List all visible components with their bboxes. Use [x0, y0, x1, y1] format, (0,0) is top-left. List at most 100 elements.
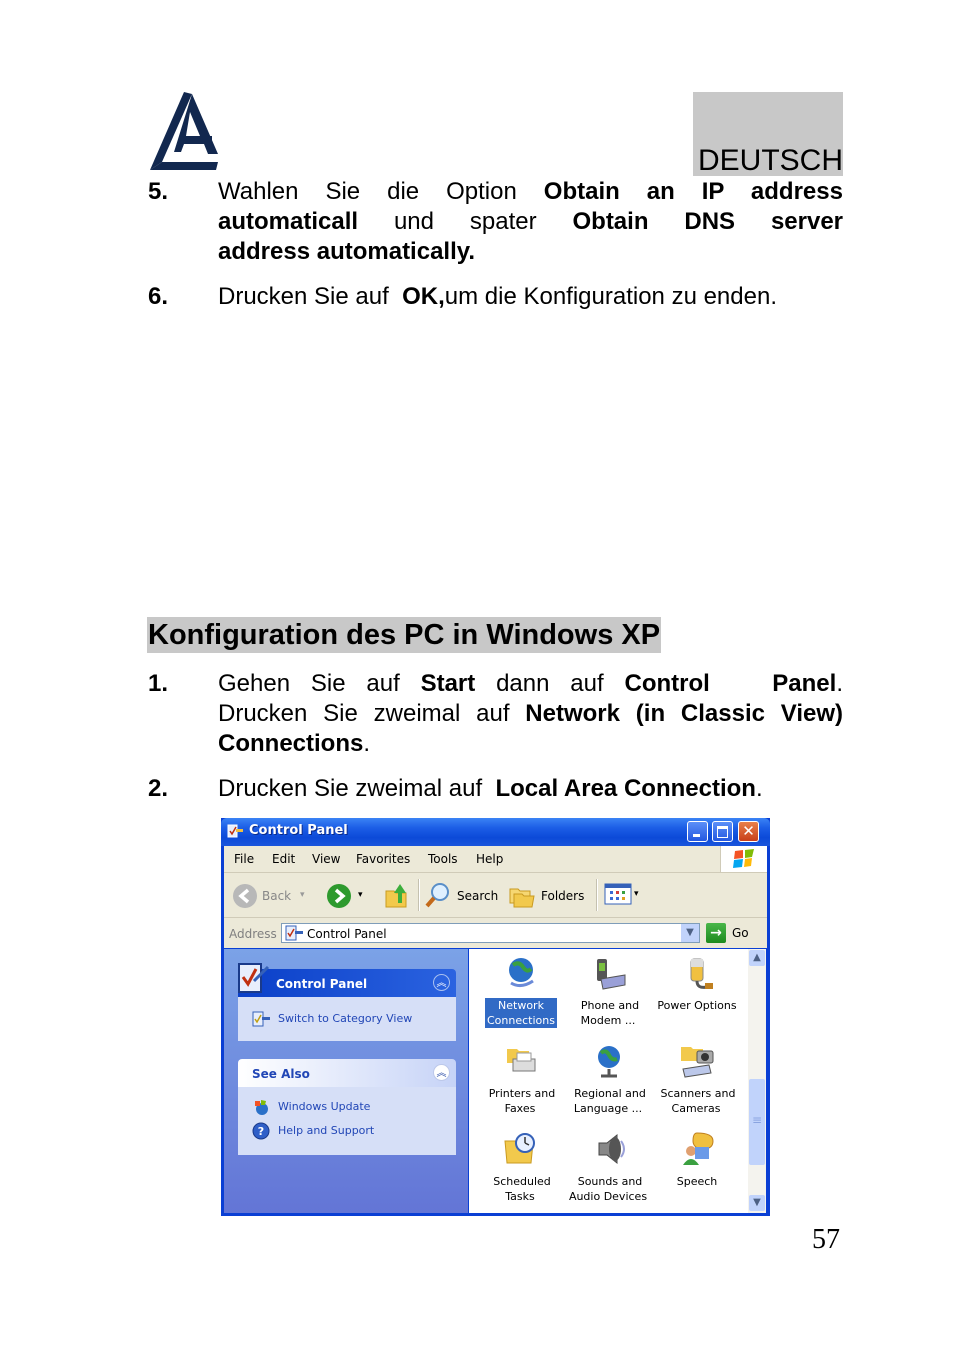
menu-tools[interactable]: Tools — [428, 852, 458, 866]
back-label: Back — [262, 889, 292, 903]
forward-arrow-icon — [327, 884, 351, 908]
switch-to-category-view-link[interactable]: Switch to Category View — [278, 1012, 412, 1026]
menu-view[interactable]: View — [312, 852, 340, 866]
views-icon — [604, 883, 632, 905]
bold-text: address automatically. — [218, 238, 475, 265]
windows-flag-icon — [733, 849, 754, 868]
item-label-text: Regional and Language ... — [573, 1087, 646, 1115]
address-input[interactable]: Control Panel ▼ — [281, 923, 700, 943]
search-label: Search — [457, 889, 499, 903]
language-banner: DEUTSCH — [693, 92, 843, 176]
text-line: address automatically. — [218, 237, 843, 267]
close-button[interactable]: ✕ — [738, 821, 759, 842]
menu-file[interactable]: File — [234, 852, 254, 866]
network-connections-icon — [509, 958, 534, 988]
svg-text:?: ? — [258, 1125, 264, 1138]
control-panel-task-box: Control Panel ︽ Switch to Category View — [238, 963, 456, 1041]
item-label-text: Phone and Modem ... — [580, 999, 640, 1027]
scroll-thumb[interactable] — [749, 1079, 765, 1165]
item-label: Network Connections — [477, 998, 565, 1028]
item-label: Speech — [653, 1174, 741, 1189]
see-also-task-box: See Also ︽ Windows Update ? Help and Sup… — [238, 1059, 456, 1155]
text-run: Gehen Sie auf — [218, 670, 421, 697]
windows-update-link[interactable]: Windows Update — [278, 1100, 370, 1114]
forward-dropdown-icon[interactable]: ▾ — [358, 888, 363, 902]
item-label-text: Sounds and Audio Devices — [568, 1175, 648, 1203]
control-panel-item[interactable]: Network Connections — [477, 951, 565, 1037]
views-button[interactable]: ▾ — [604, 883, 648, 909]
control-panel-item[interactable]: Power Options — [653, 951, 741, 1037]
toolbar: Back ▾ ▾ Search Folders ▾ — [224, 873, 767, 918]
regional-language-icon — [598, 1046, 620, 1078]
bold-text: Obtain an IP address — [543, 178, 843, 205]
control-panel-task-header[interactable]: Control Panel ︽ — [238, 963, 456, 997]
text-line: Drucken Sie zweimal auf Local Area Conne… — [218, 774, 843, 804]
go-button[interactable]: → Go — [706, 923, 764, 943]
back-dropdown-icon[interactable]: ▾ — [300, 888, 305, 902]
collapse-icon[interactable]: ︽ — [433, 974, 450, 991]
step-text: Gehen Sie auf Start dann auf Control Pan… — [218, 669, 843, 759]
text-line: Gehen Sie auf Start dann auf Control Pan… — [218, 669, 843, 699]
item-label: Scanners and Cameras — [653, 1086, 741, 1116]
control-panel-item[interactable]: Scanners and Cameras — [653, 1039, 741, 1125]
section-title: Konfiguration des PC in Windows XP — [147, 617, 662, 653]
title-bar[interactable]: Control Panel ✕ — [221, 818, 770, 846]
back-button[interactable]: Back ▾ — [232, 883, 310, 909]
window-title: Control Panel — [249, 823, 348, 838]
task-box-title: See Also — [252, 1067, 310, 1081]
item-label: Scheduled Tasks — [477, 1174, 565, 1204]
menu-help[interactable]: Help — [476, 852, 503, 866]
maximize-button[interactable] — [712, 821, 733, 842]
help-icon: ? — [252, 1122, 270, 1140]
bold-text: Connections — [218, 730, 364, 757]
control-panel-item[interactable]: Phone and Modem ... — [565, 951, 653, 1037]
windows-update-icon — [255, 1100, 268, 1115]
folders-icon — [509, 888, 535, 908]
text-line: Connections. — [218, 729, 843, 759]
text-run: Drucken Sie auf — [218, 283, 403, 310]
up-folder-icon[interactable] — [384, 881, 410, 909]
see-also-header[interactable]: See Also ︽ — [238, 1059, 456, 1087]
step-number: 5. — [148, 178, 169, 205]
task-box-body: Switch to Category View — [238, 997, 456, 1041]
step-text: Wahlen Sie die Option Obtain an IP addre… — [218, 177, 843, 267]
bold-text: automaticall — [218, 208, 359, 235]
close-icon: ✕ — [742, 822, 755, 840]
switch-view-icon — [252, 1011, 270, 1027]
bold-text: OK, — [402, 283, 445, 310]
task-box-body: Windows Update ? Help and Support — [238, 1087, 456, 1155]
address-dropdown-button[interactable]: ▼ — [681, 924, 699, 942]
search-button[interactable]: Search — [424, 881, 502, 909]
help-and-support-link[interactable]: Help and Support — [278, 1124, 374, 1138]
scanners-cameras-icon — [681, 1047, 714, 1078]
control-panel-item[interactable]: Regional and Language ... — [565, 1039, 653, 1125]
item-label-text: Printers and Faxes — [488, 1087, 556, 1115]
folders-label: Folders — [541, 889, 585, 903]
item-label: Printers and Faxes — [477, 1086, 565, 1116]
forward-button[interactable]: ▾ — [326, 883, 366, 909]
collapse-icon[interactable]: ︽ — [433, 1064, 450, 1081]
bold-text: Network (in Classic View) — [525, 700, 843, 727]
minimize-button[interactable] — [687, 821, 708, 842]
bold-text: Obtain DNS server — [572, 208, 844, 235]
task-box-title: Control Panel — [276, 977, 368, 991]
control-panel-item[interactable]: Speech — [653, 1127, 741, 1213]
control-panel-icon — [227, 824, 243, 838]
text-line: Drucken Sie auf OK,um die Konfiguration … — [218, 282, 843, 312]
scheduled-tasks-icon — [504, 1133, 535, 1164]
control-panel-item[interactable]: Sounds and Audio Devices — [565, 1127, 653, 1213]
folders-button[interactable]: Folders — [508, 881, 588, 909]
scroll-down-button[interactable]: ▼ — [749, 1195, 765, 1211]
address-label: Address — [229, 927, 277, 941]
power-options-icon — [690, 958, 713, 989]
item-label-text: Scheduled Tasks — [493, 1175, 551, 1203]
menu-favorites[interactable]: Favorites — [356, 852, 410, 866]
menu-edit[interactable]: Edit — [272, 852, 295, 866]
control-panel-item[interactable]: Printers and Faxes — [477, 1039, 565, 1125]
control-panel-item[interactable]: Scheduled Tasks — [477, 1127, 565, 1213]
vertical-scrollbar[interactable]: ▲ ▼ — [748, 949, 766, 1213]
text-run: . — [755, 775, 763, 802]
text-run: um die Konfiguration zu enden. — [444, 283, 777, 310]
scroll-up-button[interactable]: ▲ — [749, 950, 765, 966]
back-arrow-icon — [233, 884, 257, 908]
